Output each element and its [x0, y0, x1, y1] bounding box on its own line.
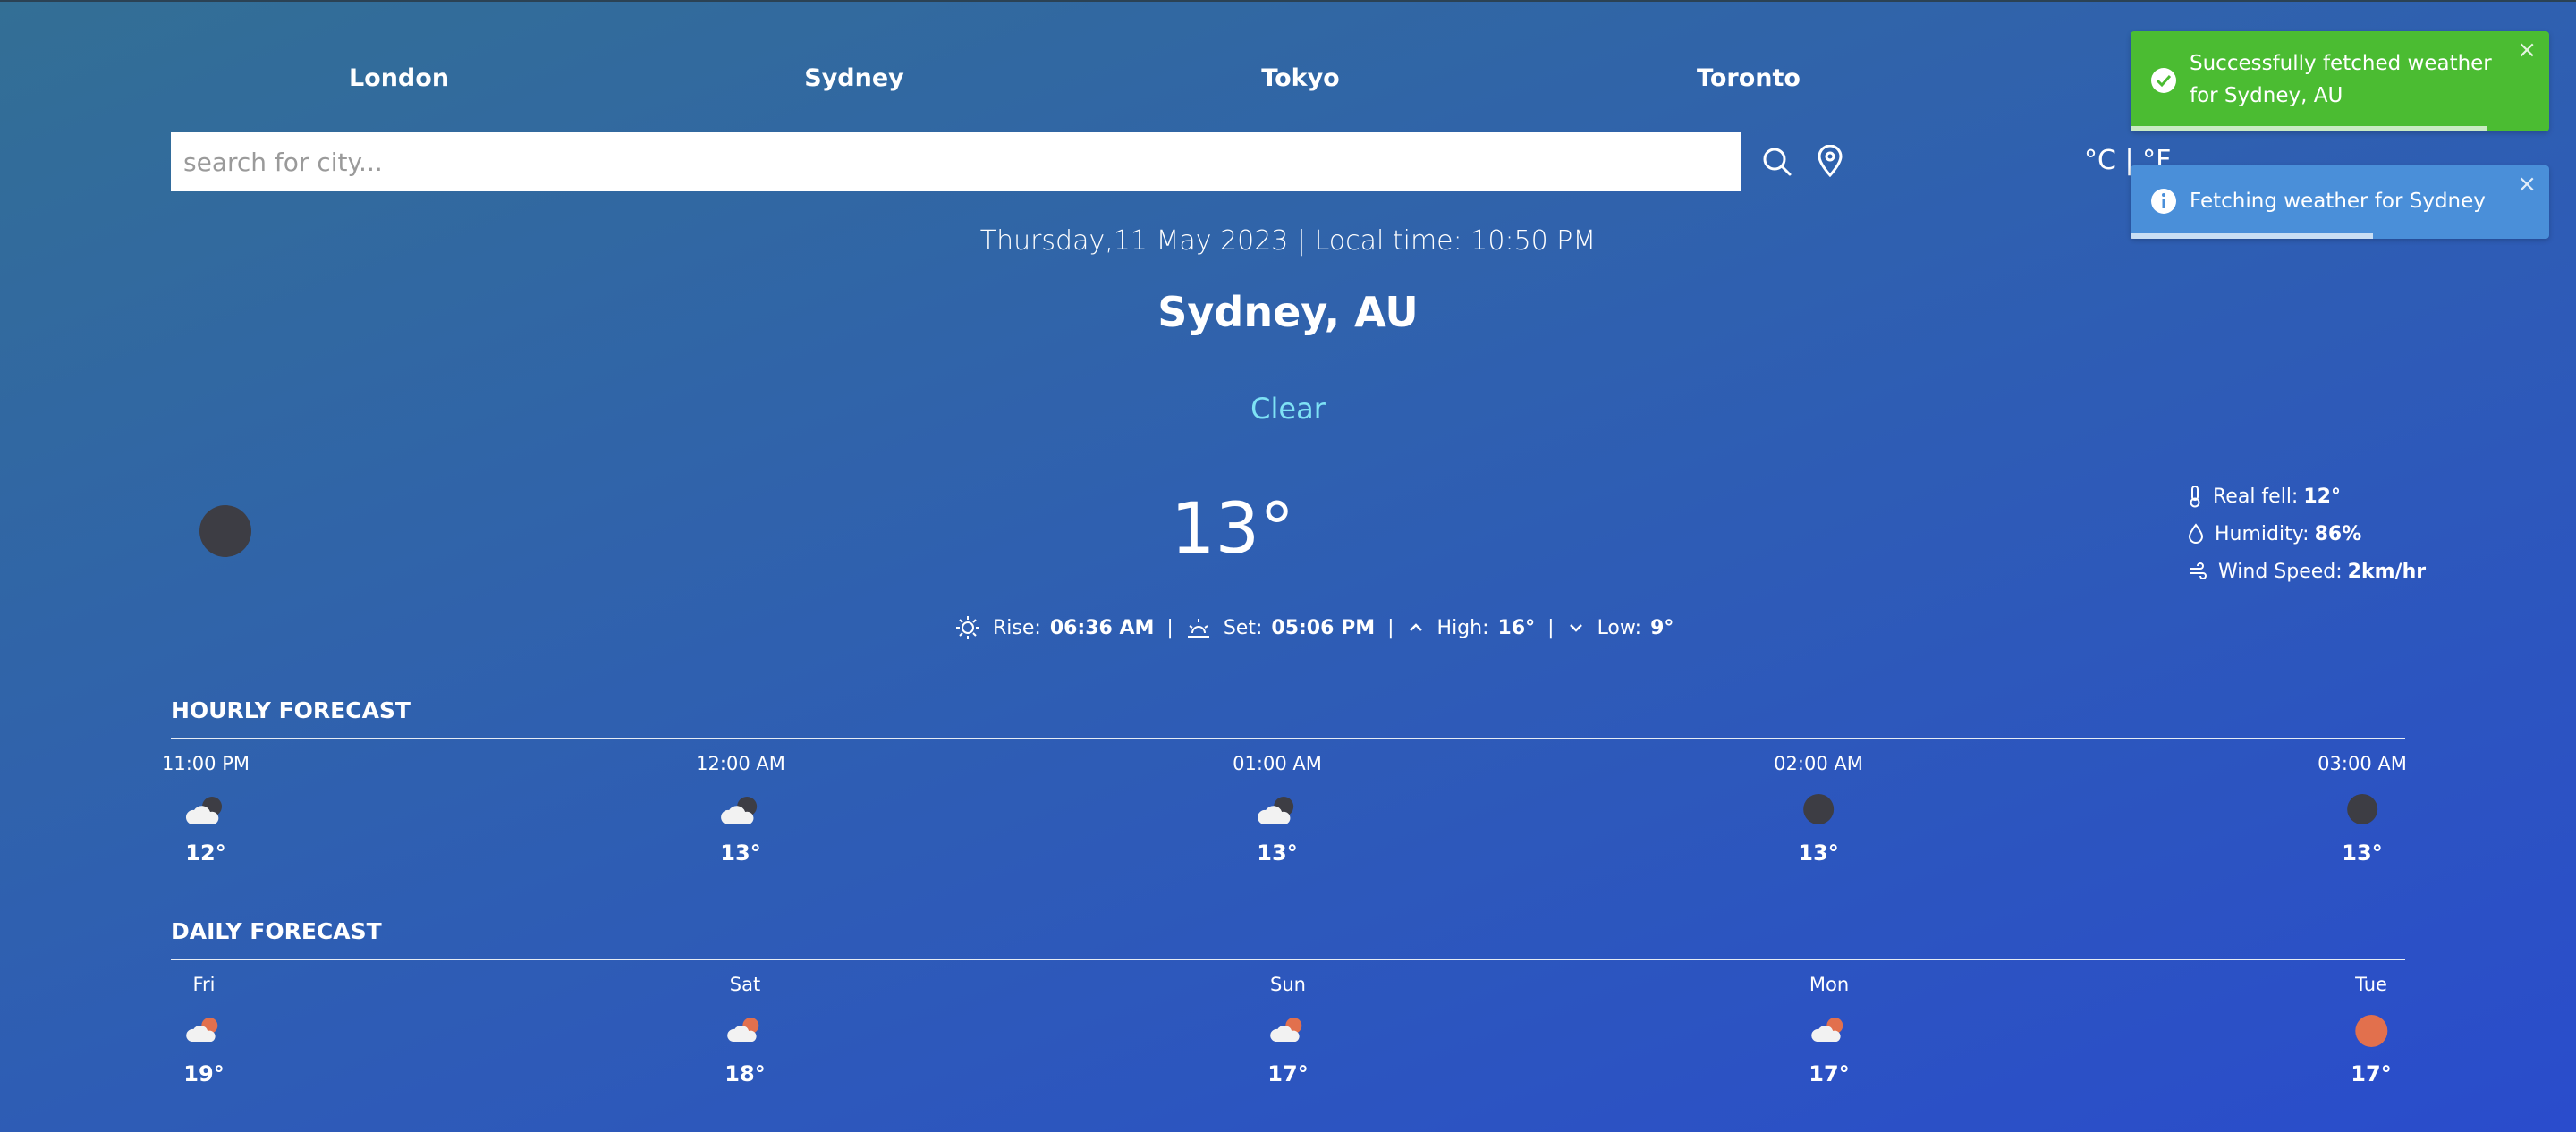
sun-icon	[2351, 1015, 2391, 1051]
sunset-label: Set:	[1223, 616, 1263, 639]
daily-item: Fri 19°	[183, 974, 224, 1086]
daily-item: Sun 17°	[1267, 974, 1308, 1086]
hourly-divider	[171, 738, 2405, 739]
cloudy-night-icon	[1233, 794, 1322, 830]
low-label: Low:	[1597, 616, 1642, 639]
low-value: 9°	[1650, 616, 1674, 639]
hourly-time: 12:00 AM	[696, 753, 785, 774]
toast-message: Successfully fetched weather for Sydney,…	[2190, 52, 2492, 107]
daily-day: Mon	[1809, 974, 1850, 995]
hourly-time: 01:00 AM	[1233, 753, 1322, 774]
clear-night-icon	[199, 505, 251, 557]
clear-night-icon	[2318, 794, 2407, 830]
toast-progress-bar	[2131, 233, 2374, 239]
thermometer-icon	[2190, 486, 2200, 508]
separator: |	[1166, 616, 1174, 639]
close-icon[interactable]: ×	[2517, 37, 2537, 63]
partly-cloudy-icon	[1809, 1015, 1849, 1051]
wind-speed-value: 2km/hr	[2347, 560, 2427, 583]
info-toast[interactable]: Fetching weather for Sydney ×	[2131, 165, 2549, 239]
daily-temp: 19°	[183, 1061, 225, 1086]
sun-high-low-row: Rise: 06:36 AM | Set: 05:06 PM | High: 1…	[955, 615, 1674, 640]
city-link-tokyo[interactable]: Tokyo	[1261, 64, 1340, 92]
partly-cloudy-icon	[183, 1015, 224, 1051]
daily-temp: 17°	[1267, 1061, 1309, 1086]
city-link-toronto[interactable]: Toronto	[1697, 64, 1801, 92]
separator: |	[1547, 616, 1555, 639]
hourly-temp: 13°	[2342, 841, 2383, 866]
daily-day: Tue	[2355, 974, 2387, 995]
cloudy-night-icon	[696, 794, 785, 830]
daily-temp: 17°	[1809, 1061, 1850, 1086]
daily-item: Mon 17°	[1809, 974, 1849, 1086]
hourly-item: 03:00 AM 13°	[2318, 753, 2407, 866]
daily-day: Sun	[1270, 974, 1306, 995]
separator: |	[1387, 616, 1394, 639]
daily-divider	[171, 959, 2405, 960]
search-input[interactable]	[171, 132, 1741, 191]
hourly-temp: 13°	[1798, 841, 1839, 866]
high-label: High:	[1436, 616, 1489, 639]
sunset-icon	[1187, 619, 1209, 638]
daily-forecast-title: DAILY FORECAST	[171, 918, 382, 944]
daily-temp: 17°	[2351, 1061, 2392, 1086]
location-pin-icon[interactable]	[1817, 144, 1843, 181]
partly-cloudy-icon	[1267, 1015, 1308, 1051]
humidity-row: Humidity: 86%	[2188, 515, 2426, 553]
date-time-line: Thursday,11 May 2023 | Local time: 10:50…	[979, 225, 1597, 257]
real-feel-row: Real fell: 12°	[2188, 477, 2426, 515]
weather-details: Real fell: 12° Humidity: 86% Wind Speed:…	[2188, 477, 2426, 590]
sunset-value: 05:06 PM	[1271, 616, 1376, 639]
real-feel-value: 12°	[2303, 485, 2341, 508]
wind-icon	[2190, 562, 2207, 579]
daily-item: Sat 18°	[724, 974, 765, 1086]
daily-temp: 18°	[724, 1061, 766, 1086]
info-circle-icon	[2150, 188, 2177, 220]
search-icon[interactable]	[1762, 147, 1792, 181]
toast-message: Fetching weather for Sydney	[2190, 190, 2486, 213]
hourly-item: 11:00 PM 12°	[162, 753, 250, 866]
hourly-temp: 13°	[720, 841, 761, 866]
daily-item: Tue 17°	[2351, 974, 2391, 1086]
hourly-time: 11:00 PM	[162, 753, 250, 774]
hourly-temp: 13°	[1257, 841, 1298, 866]
chevron-down-icon	[1569, 624, 1582, 632]
sunrise-value: 06:36 AM	[1049, 616, 1155, 639]
cloudy-night-icon	[162, 794, 250, 830]
hourly-forecast-title: HOURLY FORECAST	[171, 697, 411, 723]
humidity-value: 86%	[2314, 522, 2362, 545]
clear-night-icon	[1774, 794, 1863, 830]
sunrise-icon	[956, 616, 979, 639]
toast-progress-bar	[2131, 126, 2487, 131]
hourly-item: 02:00 AM 13°	[1774, 753, 1863, 866]
partly-cloudy-icon	[724, 1015, 765, 1051]
success-toast[interactable]: Successfully fetched weather for Sydney,…	[2131, 31, 2549, 131]
sunrise-label: Rise:	[993, 616, 1041, 639]
real-feel-label: Real fell:	[2213, 485, 2299, 508]
current-temperature: 13°	[1170, 489, 1295, 570]
check-circle-icon	[2150, 67, 2177, 99]
hourly-item: 12:00 AM 13°	[696, 753, 785, 866]
droplet-icon	[2188, 523, 2204, 544]
hourly-temp: 12°	[185, 841, 226, 866]
daily-day: Sat	[729, 974, 761, 995]
hourly-time: 03:00 AM	[2318, 753, 2407, 774]
humidity-label: Humidity:	[2215, 522, 2309, 545]
close-icon[interactable]: ×	[2517, 171, 2537, 198]
daily-day: Fri	[192, 974, 216, 995]
wind-speed-label: Wind Speed:	[2218, 560, 2343, 583]
city-link-sydney[interactable]: Sydney	[804, 64, 904, 92]
location-title: Sydney, AU	[1157, 288, 1419, 336]
wind-row: Wind Speed: 2km/hr	[2188, 553, 2426, 590]
city-link-london[interactable]: London	[349, 64, 449, 92]
chevron-up-icon	[1409, 623, 1422, 631]
hourly-time: 02:00 AM	[1774, 753, 1863, 774]
high-value: 16°	[1497, 616, 1536, 639]
hourly-item: 01:00 AM 13°	[1233, 753, 1322, 866]
weather-condition: Clear	[1250, 392, 1326, 426]
